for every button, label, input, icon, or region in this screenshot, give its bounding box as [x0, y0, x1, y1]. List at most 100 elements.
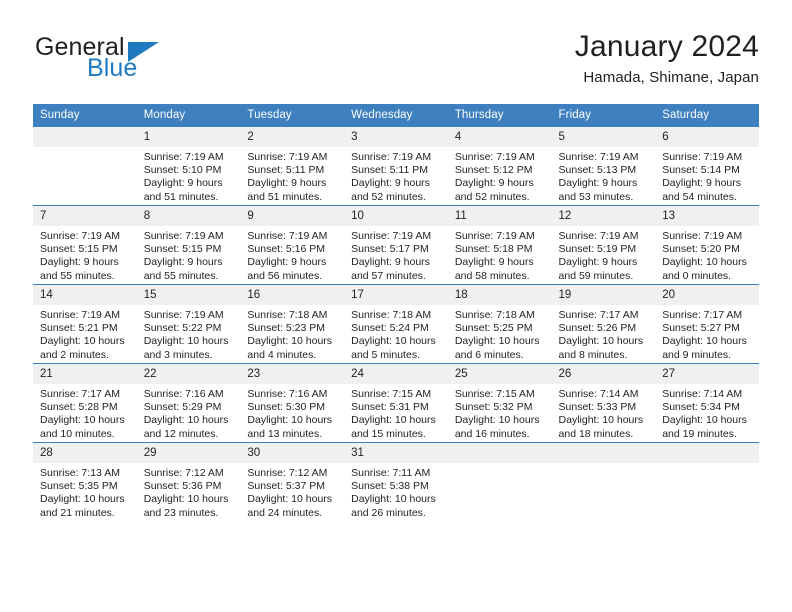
day-cell-empty: [447, 442, 552, 521]
sunrise-text: Sunrise: 7:19 AM: [351, 230, 432, 242]
sunset-text: Sunset: 5:15 PM: [143, 243, 222, 256]
general-blue-logo[interactable]: General Blue: [33, 34, 233, 90]
day-details: Sunrise: 7:12 AM Sunset: 5:36 PM Daylight:…: [137, 463, 241, 520]
day-details: Sunrise: 7:19 AM Sunset: 5:21 PM Daylight:…: [33, 305, 137, 362]
week-row: 28 Sunrise: 7:13 AM Sunset: 5:35 PM Dayligh…: [33, 442, 759, 521]
daylight-text: Daylight: 9 hours: [558, 177, 638, 190]
day-cell[interactable]: 2 Sunrise: 7:19 AM Sunset: 5:11 PM Daylight…: [240, 126, 345, 206]
page-subtitle: Hamada, Shimane, Japan: [583, 69, 759, 86]
daylight-text: and 59 minutes.: [558, 269, 634, 282]
sunset-text: Sunset: 5:35 PM: [40, 480, 118, 493]
sunset-text: Sunset: 5:34 PM: [662, 401, 740, 414]
day-cell[interactable]: 1 Sunrise: 7:19 AM Sunset: 5:10 PM Daylight…: [136, 126, 241, 206]
daylight-text: Daylight: 9 hours: [454, 256, 534, 269]
daylight-text: and 55 minutes.: [143, 269, 219, 282]
day-cell[interactable]: 10 Sunrise: 7:19 AM Sunset: 5:17 PM Dayligh…: [344, 205, 448, 285]
day-details: Sunrise: 7:19 AM Sunset: 5:16 PM Daylight:…: [240, 226, 344, 283]
day-details: Sunrise: 7:19 AM Sunset: 5:20 PM Daylight:…: [655, 226, 759, 283]
day-number: 20: [655, 285, 759, 305]
day-number: 27: [655, 364, 759, 384]
day-cell[interactable]: 31 Sunrise: 7:11 AM Sunset: 5:38 PM Dayligh…: [344, 442, 448, 521]
day-cell[interactable]: 9 Sunrise: 7:19 AM Sunset: 5:16 PM Daylight…: [240, 205, 345, 285]
daylight-text: and 8 minutes.: [558, 348, 628, 361]
day-cell[interactable]: 7 Sunrise: 7:19 AM Sunset: 5:15 PM Daylight…: [33, 205, 137, 285]
daylight-text: Daylight: 10 hours: [662, 335, 747, 348]
daylight-text: and 13 minutes.: [247, 427, 323, 440]
sunrise-text: Sunrise: 7:19 AM: [454, 230, 535, 242]
weekday-header-monday: Monday: [136, 104, 241, 127]
daylight-text: and 4 minutes.: [247, 348, 317, 361]
daylight-text: and 58 minutes.: [454, 269, 530, 282]
day-number: 11: [447, 206, 552, 226]
sunrise-text: Sunrise: 7:19 AM: [662, 230, 743, 242]
sunrise-text: Sunrise: 7:19 AM: [662, 151, 743, 163]
day-details: Sunrise: 7:19 AM Sunset: 5:13 PM Daylight:…: [552, 147, 656, 204]
sunset-text: Sunset: 5:13 PM: [558, 164, 637, 177]
day-cell[interactable]: 30 Sunrise: 7:12 AM Sunset: 5:37 PM Dayligh…: [240, 442, 345, 521]
daylight-text: and 52 minutes.: [454, 190, 530, 203]
day-cell[interactable]: 4 Sunrise: 7:19 AM Sunset: 5:12 PM Daylight…: [447, 126, 552, 206]
day-cell[interactable]: 14 Sunrise: 7:19 AM Sunset: 5:21 PM Dayligh…: [33, 284, 137, 364]
daylight-text: and 26 minutes.: [351, 506, 426, 519]
day-details: Sunrise: 7:19 AM Sunset: 5:17 PM Daylight:…: [344, 226, 448, 283]
sunset-text: Sunset: 5:11 PM: [351, 164, 428, 177]
daylight-text: Daylight: 10 hours: [558, 414, 644, 427]
daylight-text: and 23 minutes.: [143, 506, 219, 519]
day-cell[interactable]: 12 Sunrise: 7:19 AM Sunset: 5:19 PM Dayligh…: [551, 205, 656, 285]
day-cell[interactable]: 23 Sunrise: 7:16 AM Sunset: 5:30 PM Dayligh…: [240, 363, 345, 443]
day-cell[interactable]: 17 Sunrise: 7:18 AM Sunset: 5:24 PM Dayligh…: [344, 284, 448, 364]
sunrise-text: Sunrise: 7:14 AM: [558, 388, 639, 400]
day-cell[interactable]: 16 Sunrise: 7:18 AM Sunset: 5:23 PM Dayligh…: [240, 284, 345, 364]
sunset-text: Sunset: 5:36 PM: [143, 480, 222, 493]
day-cell[interactable]: 21 Sunrise: 7:17 AM Sunset: 5:28 PM Dayligh…: [33, 363, 137, 443]
day-details: Sunrise: 7:19 AM Sunset: 5:12 PM Daylight:…: [448, 147, 552, 204]
daylight-text: Daylight: 10 hours: [351, 335, 436, 348]
day-cell[interactable]: 19 Sunrise: 7:17 AM Sunset: 5:26 PM Dayligh…: [551, 284, 656, 364]
day-number: 9: [240, 206, 345, 226]
daylight-text: Daylight: 9 hours: [247, 256, 327, 269]
day-cell[interactable]: 27 Sunrise: 7:14 AM Sunset: 5:34 PM Dayligh…: [655, 363, 759, 443]
sunrise-text: Sunrise: 7:12 AM: [247, 467, 328, 479]
daylight-text: Daylight: 10 hours: [558, 335, 644, 348]
sunrise-text: Sunrise: 7:19 AM: [454, 151, 535, 163]
daylight-text: Daylight: 9 hours: [247, 177, 327, 190]
day-details: Sunrise: 7:18 AM Sunset: 5:24 PM Daylight:…: [344, 305, 448, 362]
sunset-text: Sunset: 5:33 PM: [558, 401, 637, 414]
day-cell[interactable]: 13 Sunrise: 7:19 AM Sunset: 5:20 PM Dayligh…: [655, 205, 759, 285]
day-cell[interactable]: 20 Sunrise: 7:17 AM Sunset: 5:27 PM Dayligh…: [655, 284, 759, 364]
daylight-text: Daylight: 10 hours: [247, 335, 333, 348]
day-cell[interactable]: 18 Sunrise: 7:18 AM Sunset: 5:25 PM Dayligh…: [447, 284, 552, 364]
day-details: Sunrise: 7:19 AM Sunset: 5:18 PM Daylight:…: [448, 226, 552, 283]
day-details: Sunrise: 7:15 AM Sunset: 5:32 PM Daylight:…: [448, 384, 552, 441]
daylight-text: Daylight: 9 hours: [143, 256, 223, 269]
daylight-text: and 57 minutes.: [351, 269, 426, 282]
day-cell[interactable]: 5 Sunrise: 7:19 AM Sunset: 5:13 PM Daylight…: [551, 126, 656, 206]
day-cell[interactable]: 24 Sunrise: 7:15 AM Sunset: 5:31 PM Dayligh…: [344, 363, 448, 443]
day-cell[interactable]: 29 Sunrise: 7:12 AM Sunset: 5:36 PM Dayligh…: [136, 442, 241, 521]
day-details: Sunrise: 7:19 AM Sunset: 5:11 PM Daylight:…: [240, 147, 344, 204]
day-cell-empty: [655, 442, 759, 521]
day-cell[interactable]: 6 Sunrise: 7:19 AM Sunset: 5:14 PM Daylight…: [655, 126, 759, 206]
day-cell[interactable]: 28 Sunrise: 7:13 AM Sunset: 5:35 PM Dayligh…: [33, 442, 137, 521]
day-cell[interactable]: 22 Sunrise: 7:16 AM Sunset: 5:29 PM Dayligh…: [136, 363, 241, 443]
sunrise-text: Sunrise: 7:18 AM: [247, 309, 328, 321]
day-cell[interactable]: 26 Sunrise: 7:14 AM Sunset: 5:33 PM Dayligh…: [551, 363, 656, 443]
day-cell[interactable]: 3 Sunrise: 7:19 AM Sunset: 5:11 PM Daylight…: [344, 126, 448, 206]
weekday-header-tuesday: Tuesday: [240, 104, 345, 127]
day-number: 31: [344, 443, 448, 463]
day-number: 30: [240, 443, 345, 463]
day-details: Sunrise: 7:19 AM Sunset: 5:22 PM Daylight:…: [137, 305, 241, 362]
day-cell[interactable]: 15 Sunrise: 7:19 AM Sunset: 5:22 PM Dayligh…: [136, 284, 241, 364]
day-number: 21: [33, 364, 137, 384]
day-cell[interactable]: 11 Sunrise: 7:19 AM Sunset: 5:18 PM Dayligh…: [447, 205, 552, 285]
daylight-text: and 10 minutes.: [40, 427, 115, 440]
day-details: Sunrise: 7:19 AM Sunset: 5:15 PM Daylight:…: [33, 226, 137, 283]
day-cell[interactable]: 25 Sunrise: 7:15 AM Sunset: 5:32 PM Dayligh…: [447, 363, 552, 443]
day-number: 6: [655, 127, 759, 147]
daylight-text: Daylight: 9 hours: [143, 177, 223, 190]
weekday-row: Sunday Monday Tuesday Wednesday Thursday Frid…: [33, 104, 759, 127]
day-cell[interactable]: 8 Sunrise: 7:19 AM Sunset: 5:15 PM Daylight…: [136, 205, 241, 285]
sunrise-text: Sunrise: 7:19 AM: [40, 309, 120, 321]
day-details: Sunrise: 7:16 AM Sunset: 5:30 PM Daylight:…: [240, 384, 344, 441]
weekday-header-wednesday: Wednesday: [344, 104, 448, 127]
